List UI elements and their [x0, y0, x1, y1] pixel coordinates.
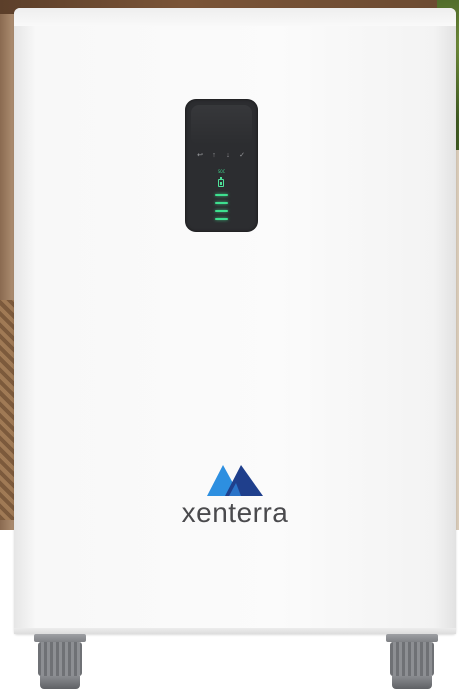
foot-body	[38, 642, 82, 676]
up-icon[interactable]: ↑	[210, 152, 218, 160]
down-icon[interactable]: ↓	[224, 152, 232, 160]
foot-plate	[386, 634, 438, 642]
brand-wordmark: xenterra	[181, 497, 289, 528]
panel-glare	[191, 105, 252, 145]
foot-body	[390, 642, 434, 676]
mountain-peaks-icon	[207, 465, 263, 496]
control-panel: ↩ ↑ ↓ ✓ SOC	[185, 99, 258, 232]
foot-plate	[34, 634, 86, 642]
soc-label: SOC	[217, 169, 226, 174]
confirm-icon[interactable]: ✓	[238, 152, 246, 160]
battery-level-bar	[215, 202, 228, 204]
battery-level-bar	[215, 194, 228, 196]
cabinet-top-edge	[14, 8, 456, 26]
foot-base	[392, 676, 432, 689]
leveling-foot-left	[34, 634, 86, 689]
foot-base	[40, 676, 80, 689]
battery-level-bar	[215, 210, 228, 212]
battery-level-bar	[215, 218, 228, 220]
back-icon[interactable]: ↩	[196, 152, 204, 160]
leveling-foot-right	[386, 634, 438, 689]
battery-icon	[218, 177, 224, 187]
panel-button-row: ↩ ↑ ↓ ✓	[196, 152, 247, 162]
